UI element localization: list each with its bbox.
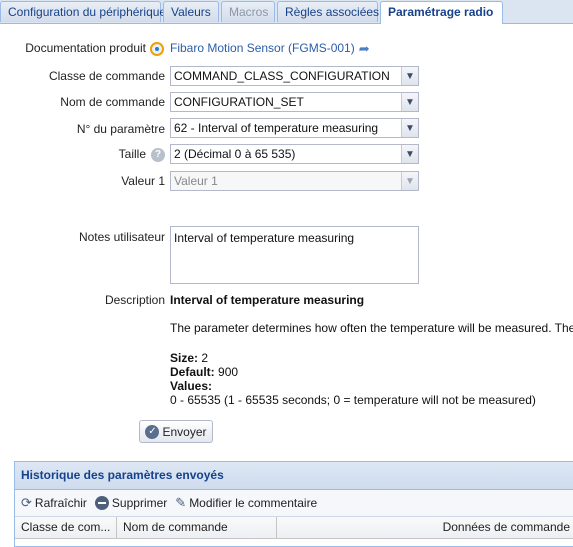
chevron-down-icon[interactable]: ▼: [401, 67, 418, 85]
value1-select[interactable]: Valeur 1 ▼: [170, 171, 419, 191]
default-key: Default:: [170, 365, 215, 379]
values-text: 0 - 65535 (1 - 65535 seconds; 0 = temper…: [170, 393, 536, 407]
description-text: The parameter determines how often the t…: [170, 321, 573, 335]
delete-label: Supprimer: [111, 496, 168, 510]
doc-label: Documentation produit: [25, 41, 146, 55]
send-button[interactable]: ✓ Envoyer: [139, 420, 213, 443]
description-label: Description: [104, 293, 165, 307]
command-class-label: Classe de commande: [48, 69, 165, 83]
size-key: Size:: [170, 351, 199, 365]
history-title: Historique des paramètres envoyés: [15, 462, 573, 490]
chevron-down-icon[interactable]: ▼: [401, 119, 418, 137]
edit-comment-button[interactable]: ✎ Modifier le commentaire: [175, 495, 317, 511]
command-name-label: Nom de commande: [60, 95, 165, 109]
tab-radio-settings[interactable]: Paramétrage radio: [380, 1, 503, 24]
chevron-down-icon[interactable]: ▼: [401, 93, 418, 111]
edit-comment-label: Modifier le commentaire: [189, 496, 318, 510]
size-info: Size: 2: [170, 351, 573, 365]
tab-associated-rules[interactable]: Règles associées: [277, 1, 379, 22]
send-button-label: Envoyer: [162, 424, 207, 439]
size-val: 2: [201, 351, 209, 365]
values-info: Values:: [170, 379, 573, 393]
command-class-value: COMMAND_CLASS_CONFIGURATION: [174, 69, 390, 83]
pencil-icon: ✎: [175, 495, 187, 510]
tab-values[interactable]: Valeurs: [163, 1, 219, 22]
command-class-select[interactable]: COMMAND_CLASS_CONFIGURATION ▼: [170, 66, 419, 86]
tab-bar: Configuration du périphérique Valeurs Ma…: [0, 0, 573, 24]
doc-link-row: Fibaro Motion Sensor (FGMS-001) ➦: [150, 41, 370, 57]
value1-label: Valeur 1: [121, 174, 165, 188]
param-number-label: N° du paramètre: [76, 122, 165, 136]
size-label-row: Taille?: [119, 147, 165, 162]
refresh-icon: ⟳: [21, 495, 32, 510]
history-panel: Historique des paramètres envoyés ⟳ Rafr…: [14, 461, 573, 547]
description-block: Interval of temperature measuring The pa…: [170, 293, 573, 407]
delete-button[interactable]: Supprimer: [94, 496, 168, 510]
chevron-down-icon[interactable]: ▼: [401, 145, 418, 163]
command-name-value: CONFIGURATION_SET: [174, 95, 304, 109]
column-command-data[interactable]: Données de commande: [277, 517, 573, 538]
refresh-label: Rafraîchir: [34, 496, 87, 510]
product-doc-link[interactable]: Fibaro Motion Sensor (FGMS-001): [170, 41, 355, 55]
size-value: 2 (Décimal 0 à 65 535): [174, 147, 296, 161]
history-grid-header: Classe de com... Nom de commande Données…: [15, 517, 573, 539]
param-number-value: 62 - Interval of temperature measuring: [174, 121, 379, 135]
size-select[interactable]: 2 (Décimal 0 à 65 535) ▼: [170, 144, 419, 164]
tab-device-configuration[interactable]: Configuration du périphérique: [0, 1, 166, 22]
value1-placeholder: Valeur 1: [174, 174, 218, 188]
help-icon[interactable]: ?: [151, 147, 165, 162]
size-label: Taille: [118, 147, 146, 161]
default-val: 900: [218, 365, 239, 379]
command-name-select[interactable]: CONFIGURATION_SET ▼: [170, 92, 419, 112]
notes-textarea[interactable]: Interval of temperature measuring: [170, 226, 419, 284]
search-doc-icon: [150, 42, 164, 56]
column-command-class[interactable]: Classe de com...: [15, 517, 117, 538]
check-icon: ✓: [145, 424, 160, 439]
chevron-down-icon[interactable]: ▼: [401, 172, 418, 190]
default-info: Default: 900: [170, 365, 573, 379]
values-key: Values:: [170, 379, 213, 393]
param-number-select[interactable]: 62 - Interval of temperature measuring ▼: [170, 118, 419, 138]
notes-label: Notes utilisateur: [78, 230, 165, 244]
description-title: Interval of temperature measuring: [170, 293, 365, 307]
tab-macros: Macros: [221, 1, 275, 22]
external-link-icon[interactable]: ➦: [359, 41, 370, 56]
history-toolbar: ⟳ Rafraîchir Supprimer ✎ Modifier le com…: [15, 490, 573, 517]
column-command-name[interactable]: Nom de commande: [117, 517, 277, 538]
minus-icon: [94, 496, 109, 510]
refresh-button[interactable]: ⟳ Rafraîchir: [21, 495, 87, 511]
